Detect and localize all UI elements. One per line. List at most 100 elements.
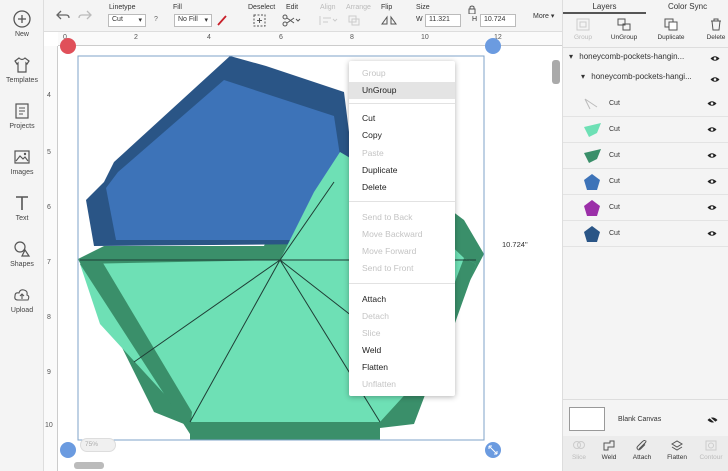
pentagon-swatch-icon [584, 226, 600, 242]
flip-icon[interactable] [380, 15, 400, 26]
eye-icon[interactable] [707, 230, 717, 237]
more-button[interactable]: More ▾ [533, 12, 554, 20]
weld-button[interactable]: Weld [593, 440, 625, 461]
menu-item-attach[interactable]: Attach [349, 291, 455, 308]
sidebar-item-templates[interactable]: Templates [0, 56, 44, 84]
menu-item-unflatten[interactable]: Unflatten [349, 376, 455, 393]
layer-name: Cut [609, 178, 620, 185]
sidebar-item-text[interactable]: Text [0, 194, 44, 222]
attach-button[interactable]: Attach [626, 440, 658, 461]
eye-icon[interactable] [710, 76, 720, 83]
tab-color-sync[interactable]: Color Sync [646, 0, 728, 14]
menu-item-paste[interactable]: Paste [349, 145, 455, 162]
eye-icon[interactable] [707, 152, 717, 159]
group-icon [576, 18, 590, 31]
sidebar-label: Text [15, 215, 29, 222]
menu-item-ungroup[interactable]: UnGroup [349, 82, 455, 99]
menu-item-move-forward[interactable]: Move Forward [349, 243, 455, 260]
layer-row[interactable]: Cut [563, 195, 728, 221]
layer-subgroup-row[interactable]: ▾ honeycomb-pockets-hangi... [581, 72, 692, 90]
menu-item-flatten[interactable]: Flatten [349, 359, 455, 376]
vertical-scrollbar[interactable] [552, 60, 560, 84]
sidebar-item-shapes[interactable]: Shapes [0, 240, 44, 268]
menu-item-cut[interactable]: Cut [349, 110, 455, 127]
eye-icon[interactable] [707, 126, 717, 133]
duplicate-button[interactable]: Duplicate [651, 18, 691, 41]
sidebar-label: Projects [9, 123, 35, 130]
sidebar-item-projects[interactable]: Projects [0, 102, 44, 130]
layer-row[interactable]: Cut [563, 221, 728, 247]
design-canvas[interactable]: 0 2 4 6 8 10 12 4 5 6 7 8 9 10 10.724" 7… [44, 32, 562, 471]
text-icon [16, 196, 28, 210]
contour-icon [705, 440, 717, 451]
menu-divider [349, 283, 455, 284]
pentagon-swatch-icon [584, 174, 600, 190]
menu-item-send-to-back[interactable]: Send to Back [349, 209, 455, 226]
honeycomb-artwork[interactable] [44, 32, 562, 471]
sidebar-label: Templates [6, 77, 38, 84]
horizontal-scrollbar[interactable] [74, 462, 104, 469]
redo-icon[interactable] [78, 9, 92, 21]
lock-icon[interactable] [468, 5, 476, 14]
menu-item-group[interactable]: Group [349, 65, 455, 82]
help-icon[interactable]: ? [154, 16, 158, 23]
menu-item-slice[interactable]: Slice [349, 325, 455, 342]
menu-item-delete[interactable]: Delete [349, 179, 455, 196]
menu-item-duplicate[interactable]: Duplicate [349, 162, 455, 179]
duplicate-button-label: Duplicate [657, 34, 685, 41]
menu-item-move-backward[interactable]: Move Backward [349, 226, 455, 243]
align-icon [319, 16, 338, 25]
sidebar-label: Upload [10, 307, 34, 314]
flatten-button-label: Flatten [667, 454, 687, 461]
top-toolbar: Linetype Cut ▾ ? Fill No Fill ▾ Deselect… [44, 0, 562, 32]
zoom-control[interactable]: 75% [80, 438, 116, 452]
layer-name: Cut [609, 152, 620, 159]
sidebar-item-upload[interactable]: Upload [0, 286, 44, 314]
flatten-button[interactable]: Flatten [661, 440, 693, 461]
undo-icon[interactable] [56, 9, 70, 21]
scissors-icon[interactable] [282, 14, 302, 27]
sidebar-item-images[interactable]: Images [0, 148, 44, 176]
pen-color-icon[interactable] [216, 14, 228, 26]
menu-item-detach[interactable]: Detach [349, 308, 455, 325]
eye-icon[interactable] [707, 178, 717, 185]
tab-layers[interactable]: Layers [563, 0, 646, 14]
eye-icon[interactable] [710, 55, 720, 62]
eye-hidden-icon[interactable] [707, 416, 718, 424]
slice-button[interactable]: Slice [563, 440, 595, 461]
ungroup-button[interactable]: UnGroup [604, 18, 644, 41]
delete-button[interactable]: Delete [696, 18, 728, 41]
layer-group-row[interactable]: ▾ honeycomb-pockets-hangin... [569, 52, 684, 70]
shirt-icon [14, 57, 30, 73]
contour-button-label: Contour [699, 454, 723, 461]
contour-button[interactable]: Contour [695, 440, 727, 461]
layer-row[interactable]: Cut [563, 117, 728, 143]
width-input[interactable]: 11.321 [425, 14, 461, 27]
blank-canvas-thumbnail[interactable] [569, 407, 605, 431]
size-label: Size [416, 4, 430, 11]
eye-icon[interactable] [707, 100, 717, 107]
menu-divider [349, 201, 455, 202]
rotate-handle-icon [485, 38, 501, 54]
fill-select[interactable]: No Fill ▾ [174, 14, 212, 27]
plus-circle-icon [13, 10, 31, 28]
group-button[interactable]: Group [563, 18, 603, 41]
eye-icon[interactable] [707, 204, 717, 211]
linetype-select[interactable]: Cut ▾ [108, 14, 146, 27]
menu-item-copy[interactable]: Copy [349, 127, 455, 144]
layer-name: Cut [609, 204, 620, 211]
chevron-down-icon: ▾ [204, 17, 208, 24]
menu-item-weld[interactable]: Weld [349, 342, 455, 359]
fill-label: Fill [173, 4, 182, 11]
layer-row[interactable]: Cut [563, 143, 728, 169]
height-input[interactable]: 10.724 [480, 14, 516, 27]
blank-canvas-label: Blank Canvas [618, 416, 662, 423]
duplicate-icon [664, 18, 678, 31]
panel-divider [563, 399, 728, 400]
layer-row[interactable]: Cut [563, 169, 728, 195]
menu-item-send-to-front[interactable]: Send to Front [349, 260, 455, 277]
slice-button-label: Slice [571, 454, 587, 461]
deselect-icon[interactable] [253, 14, 266, 27]
layer-row[interactable]: Cut [563, 91, 728, 117]
sidebar-item-new[interactable]: New [0, 10, 44, 38]
